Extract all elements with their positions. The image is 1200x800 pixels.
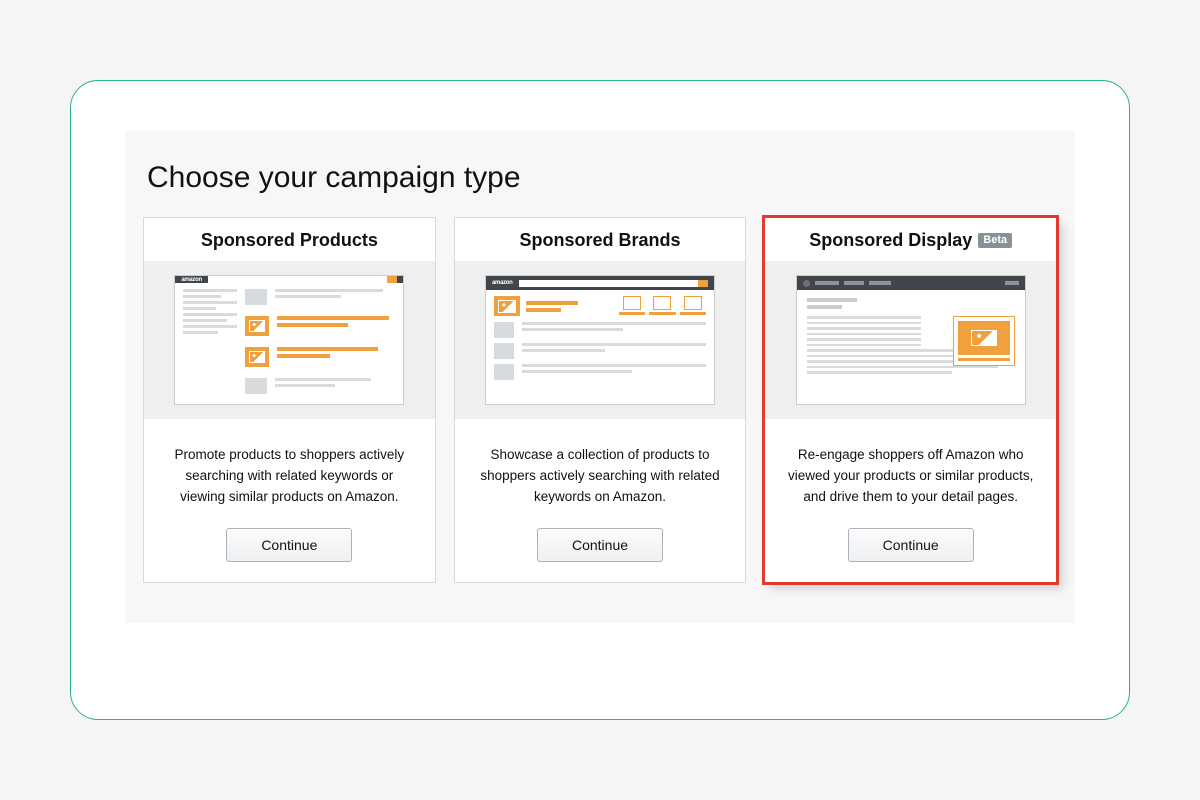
campaign-card-sponsored-display[interactable]: Sponsored Display Beta	[764, 217, 1057, 583]
card-preview	[765, 261, 1056, 419]
card-title: Sponsored Display Beta	[765, 218, 1056, 261]
continue-button[interactable]: Continue	[226, 528, 352, 562]
card-description: Re-engage shoppers off Amazon who viewed…	[765, 419, 1056, 528]
card-footer: Continue	[144, 528, 435, 582]
card-footer: Continue	[765, 528, 1056, 582]
continue-button[interactable]: Continue	[848, 528, 974, 562]
card-title-text: Sponsored Products	[201, 230, 378, 251]
campaign-type-panel: Choose your campaign type Sponsored Prod…	[125, 131, 1075, 623]
page-title: Choose your campaign type	[147, 161, 1057, 195]
card-description: Showcase a collection of products to sho…	[455, 419, 746, 528]
content-frame: Choose your campaign type Sponsored Prod…	[70, 80, 1130, 720]
card-title: Sponsored Brands	[455, 218, 746, 261]
campaign-card-sponsored-brands[interactable]: Sponsored Brands amazon	[454, 217, 747, 583]
beta-badge: Beta	[978, 233, 1012, 248]
card-title-text: Sponsored Display	[809, 230, 972, 251]
mock-search-results-icon: amazon	[174, 275, 404, 405]
mock-brand-results-icon: amazon	[485, 275, 715, 405]
card-preview: amazon	[455, 261, 746, 419]
campaign-card-sponsored-products[interactable]: Sponsored Products amazon	[143, 217, 436, 583]
card-footer: Continue	[455, 528, 746, 582]
card-title: Sponsored Products	[144, 218, 435, 261]
mock-display-ad-icon	[796, 275, 1026, 405]
card-preview: amazon	[144, 261, 435, 419]
campaign-card-row: Sponsored Products amazon	[143, 217, 1057, 583]
card-title-text: Sponsored Brands	[519, 230, 680, 251]
continue-button[interactable]: Continue	[537, 528, 663, 562]
card-description: Promote products to shoppers actively se…	[144, 419, 435, 528]
